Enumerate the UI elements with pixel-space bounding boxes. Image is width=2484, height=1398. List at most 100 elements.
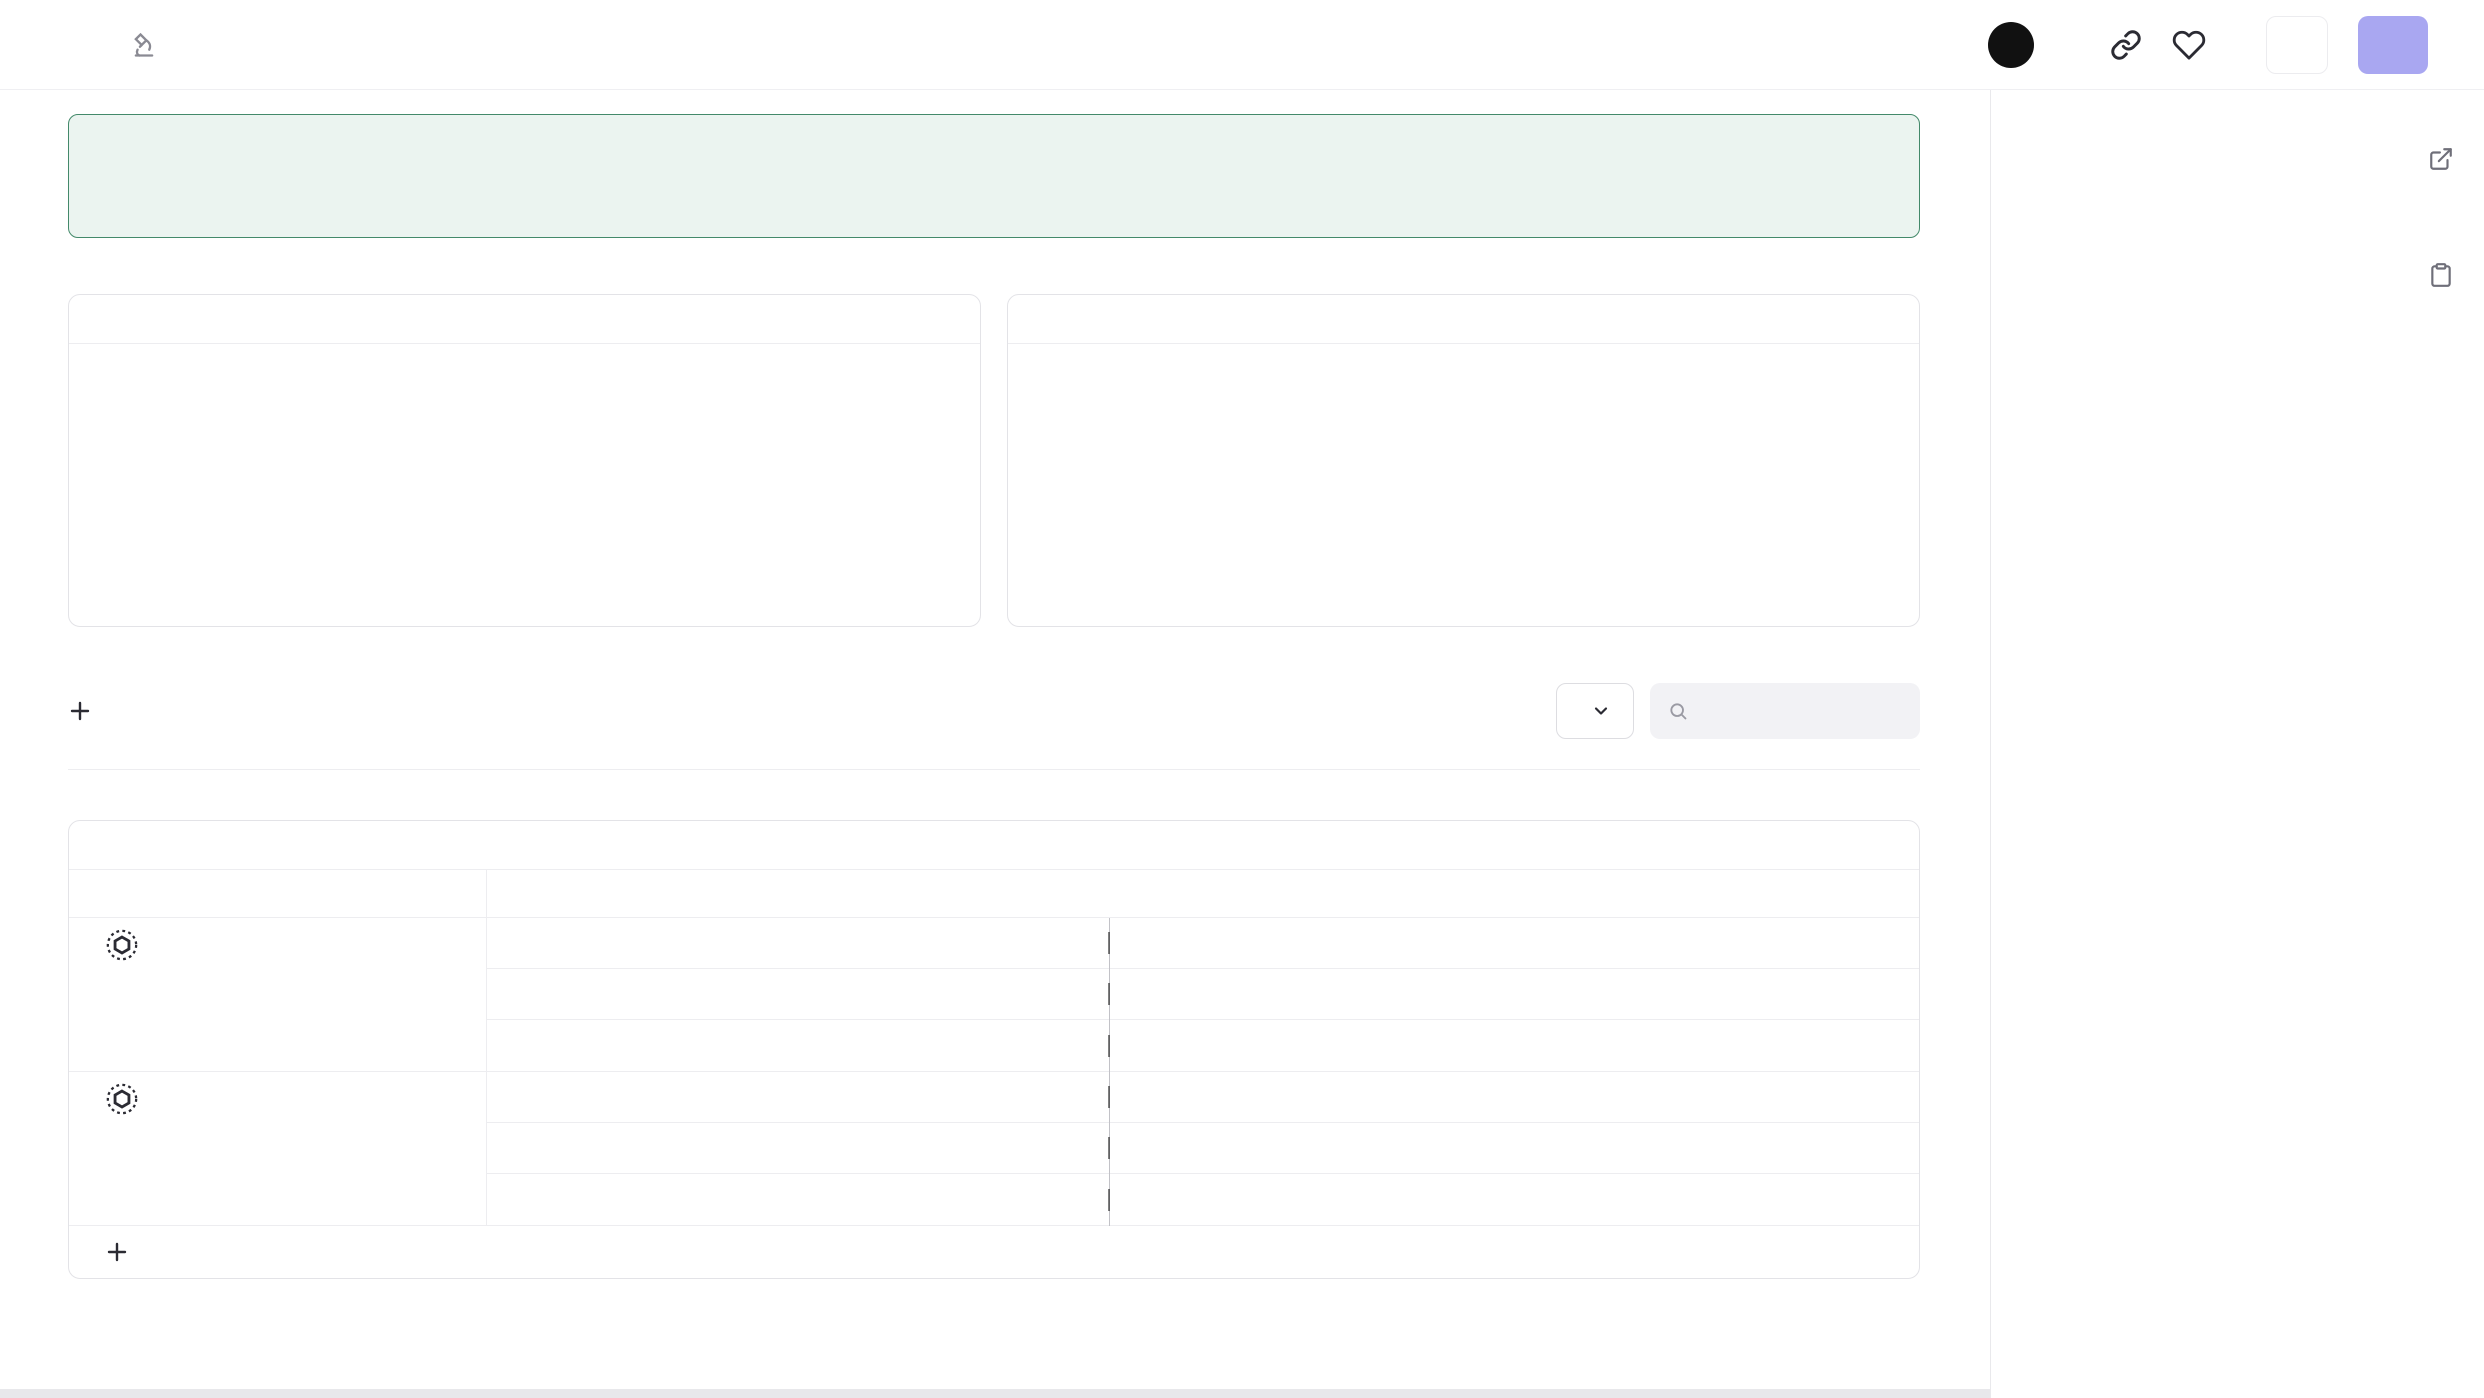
legend-item <box>1048 508 1081 525</box>
metric-group <box>69 1072 1919 1226</box>
ruler <box>1108 870 1919 918</box>
breadcrumb-current <box>120 31 158 59</box>
variant-row <box>2021 340 2454 397</box>
lift-cell <box>701 918 834 968</box>
breadcrumb <box>56 31 158 59</box>
legend-item <box>1048 382 1081 399</box>
control-value <box>834 1072 978 1122</box>
treatment-value <box>978 918 1108 968</box>
external-link-icon[interactable] <box>2428 146 2454 172</box>
treatment-value <box>978 1020 1108 1071</box>
cancel-button[interactable] <box>2266 16 2328 74</box>
variant-row <box>2021 511 2454 568</box>
control-value <box>834 1123 978 1173</box>
details-section <box>2021 130 2454 304</box>
favorite-heart-icon[interactable] <box>2172 28 2206 62</box>
treatment-value <box>978 1123 1108 1173</box>
legend-swatch <box>1048 466 1065 483</box>
goal-icon <box>105 1082 139 1116</box>
toolbar-divider <box>68 769 1920 770</box>
saved-button[interactable] <box>2358 16 2428 74</box>
top-actions <box>1988 16 2428 74</box>
analysis-row <box>2021 720 2454 778</box>
detail-row <box>2021 188 2454 246</box>
link-icon[interactable] <box>2110 29 2142 61</box>
metric-cell[interactable] <box>69 1072 487 1225</box>
plus-icon <box>68 699 92 723</box>
variant-row <box>2021 454 2454 511</box>
analysis-section <box>2021 604 2454 778</box>
table-body <box>69 918 1919 1226</box>
col-metric <box>69 870 487 918</box>
ci-chart-cell <box>1108 1123 1919 1173</box>
hypothesis-body <box>69 344 949 404</box>
decision-banner <box>68 114 1920 238</box>
chevron-down-icon <box>1591 701 1611 721</box>
ci-chart-cell <box>1108 1072 1919 1122</box>
primary-metrics-title <box>69 821 1919 870</box>
control-value <box>834 1174 978 1225</box>
variant-swatch <box>2039 474 2056 491</box>
variant-swatch <box>499 934 514 952</box>
table-row[interactable] <box>487 1072 1919 1123</box>
health-stacked-area-chart <box>1290 374 1893 550</box>
ci-center-tick <box>1108 1035 1110 1057</box>
lift-cell <box>701 969 834 1019</box>
control-value <box>834 1020 978 1071</box>
variant-swatch <box>499 985 514 1003</box>
legend-swatch <box>1048 382 1065 399</box>
treatment-value <box>978 1174 1108 1225</box>
ci-center-tick <box>1108 1189 1110 1211</box>
results-toolbar <box>68 683 1920 739</box>
lift-cell <box>701 1174 834 1225</box>
table-row[interactable] <box>487 1020 1919 1071</box>
ci-chart-cell <box>1108 918 1919 968</box>
control-value <box>834 918 978 968</box>
avatar[interactable] <box>1988 22 2034 68</box>
lift-cell <box>701 1020 834 1071</box>
search-icon <box>1668 697 1688 725</box>
variant-swatch <box>2039 531 2056 548</box>
copy-clipboard-icon[interactable] <box>2428 262 2454 288</box>
table-row[interactable] <box>487 918 1919 969</box>
health-card <box>1007 294 1920 627</box>
metric-group <box>69 918 1919 1072</box>
table-row[interactable] <box>487 969 1919 1020</box>
ci-center-tick <box>1108 983 1110 1005</box>
add-filter-button[interactable] <box>68 699 106 723</box>
analysis-row <box>2021 662 2454 720</box>
variant-swatch <box>2039 360 2056 377</box>
main-content <box>0 90 1990 1398</box>
variant-swatch <box>2039 417 2056 434</box>
main-wrap <box>0 90 2484 1398</box>
search-metrics-box[interactable] <box>1650 683 1920 739</box>
legend-item <box>1048 424 1081 441</box>
variant-swatch <box>499 1037 514 1055</box>
overview-cards <box>68 294 1920 627</box>
microscope-icon <box>130 31 158 59</box>
control-value <box>834 969 978 1019</box>
table-row[interactable] <box>487 1174 1919 1225</box>
ci-chart-cell <box>1108 969 1919 1019</box>
treatment-value <box>978 1072 1108 1122</box>
metric-cell[interactable] <box>69 918 487 1071</box>
detail-row <box>2021 130 2454 188</box>
variant-swatch <box>499 1191 514 1209</box>
search-metrics-input[interactable] <box>1702 696 1902 727</box>
health-chart-svg <box>1290 374 1893 549</box>
legend-swatch <box>1048 508 1065 525</box>
primary-metrics-card <box>68 820 1920 1279</box>
detail-row <box>2021 246 2454 304</box>
plus-icon <box>105 1240 129 1264</box>
table-row[interactable] <box>487 1123 1919 1174</box>
treatment-value <box>978 969 1108 1019</box>
bottom-scrollbar-track[interactable] <box>0 1389 1990 1398</box>
variant-row <box>2021 397 2454 454</box>
add-metric-button[interactable] <box>69 1226 1919 1278</box>
goal-icon <box>105 928 139 962</box>
right-sidebar <box>1990 90 2484 1398</box>
variants-dropdown[interactable] <box>1556 683 1634 739</box>
lift-cell <box>701 1072 834 1122</box>
lift-cell <box>701 1123 834 1173</box>
health-legend <box>1048 358 1081 550</box>
